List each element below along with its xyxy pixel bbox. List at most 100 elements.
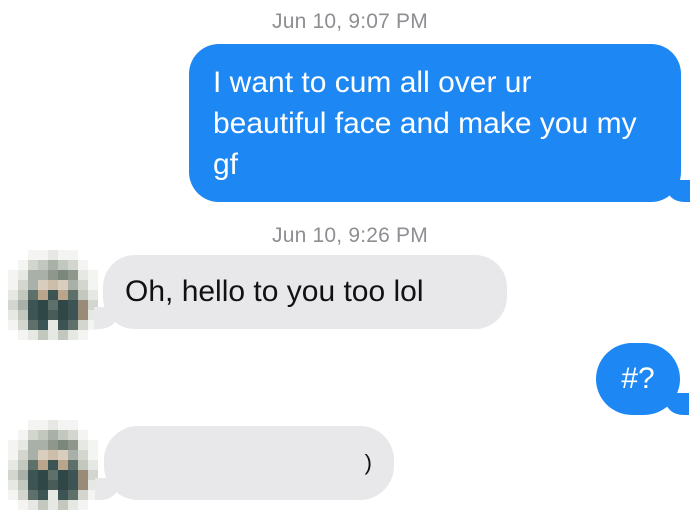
avatar-pixel xyxy=(8,430,18,440)
avatar-pixel xyxy=(88,450,98,460)
avatar-pixel xyxy=(78,250,88,260)
avatar-pixel xyxy=(18,450,28,460)
avatar-pixel xyxy=(38,480,48,490)
avatar-pixel xyxy=(68,290,78,300)
avatar-pixel xyxy=(48,250,58,260)
avatar-pixel xyxy=(18,300,28,310)
avatar-pixel xyxy=(48,430,58,440)
avatar-pixel xyxy=(8,310,18,320)
avatar-pixel xyxy=(38,460,48,470)
avatar-pixel xyxy=(48,500,58,510)
avatar-pixel xyxy=(68,450,78,460)
avatar-pixel xyxy=(68,310,78,320)
contact-avatar-icon[interactable] xyxy=(8,250,98,340)
avatar-pixel xyxy=(78,270,88,280)
avatar-pixel xyxy=(78,470,88,480)
avatar-pixel xyxy=(58,490,68,500)
avatar-pixel xyxy=(78,430,88,440)
avatar-pixel xyxy=(28,250,38,260)
avatar-pixel xyxy=(8,470,18,480)
avatar-pixel xyxy=(68,270,78,280)
message-text: I want to cum all over ur beautiful face… xyxy=(213,66,637,181)
avatar-pixel xyxy=(78,440,88,450)
avatar-pixel xyxy=(78,260,88,270)
received-message-bubble[interactable]: ) xyxy=(95,426,394,500)
avatar-pixel xyxy=(58,270,68,280)
avatar-pixel xyxy=(18,320,28,330)
avatar-pixel xyxy=(78,490,88,500)
avatar-pixel xyxy=(8,320,18,330)
avatar-pixel xyxy=(68,250,78,260)
avatar-pixel xyxy=(88,430,98,440)
avatar-pixel xyxy=(18,470,28,480)
avatar-pixel xyxy=(68,460,78,470)
avatar-pixel xyxy=(38,310,48,320)
avatar-pixel xyxy=(28,420,38,430)
avatar-pixel xyxy=(88,250,98,260)
avatar-pixel xyxy=(58,440,68,450)
avatar-pixel xyxy=(28,290,38,300)
avatar-pixel xyxy=(28,280,38,290)
avatar-pixel xyxy=(48,300,58,310)
avatar-pixel xyxy=(18,500,28,510)
redacted-text-remnant: ) xyxy=(364,450,372,475)
avatar-pixel xyxy=(48,470,58,480)
avatar-pixel xyxy=(48,320,58,330)
avatar-pixel xyxy=(78,310,88,320)
avatar-pixel xyxy=(48,480,58,490)
avatar-pixel xyxy=(48,440,58,450)
avatar-pixel xyxy=(8,460,18,470)
avatar-pixel xyxy=(38,420,48,430)
message-text: #? xyxy=(621,362,655,395)
avatar-pixel xyxy=(68,260,78,270)
avatar-pixel xyxy=(78,290,88,300)
avatar-pixel xyxy=(28,440,38,450)
avatar-pixel xyxy=(38,270,48,280)
avatar-pixel xyxy=(58,250,68,260)
avatar-pixel xyxy=(38,280,48,290)
avatar-pixel xyxy=(18,280,28,290)
avatar-pixel xyxy=(18,430,28,440)
avatar-pixel xyxy=(48,460,58,470)
avatar-pixel xyxy=(58,430,68,440)
avatar-pixel xyxy=(38,450,48,460)
avatar-pixel xyxy=(88,290,98,300)
avatar-pixel xyxy=(78,320,88,330)
avatar-pixel xyxy=(78,480,88,490)
avatar-pixel xyxy=(58,470,68,480)
contact-avatar-icon[interactable] xyxy=(8,420,98,510)
timestamp: Jun 10, 9:26 PM xyxy=(272,224,428,247)
avatar-pixel xyxy=(68,480,78,490)
avatar-pixel xyxy=(88,500,98,510)
avatar-pixel xyxy=(8,250,18,260)
avatar-pixel xyxy=(58,330,68,340)
avatar-pixel xyxy=(8,300,18,310)
avatar-pixel xyxy=(28,450,38,460)
avatar-pixel xyxy=(8,490,18,500)
avatar-pixel xyxy=(48,280,58,290)
avatar-pixel xyxy=(28,430,38,440)
avatar-pixel xyxy=(48,290,58,300)
avatar-pixel xyxy=(18,310,28,320)
received-message-bubble[interactable]: Oh, hello to you too lol xyxy=(94,255,507,329)
avatar-pixel xyxy=(28,470,38,480)
sent-message-bubble[interactable]: #? xyxy=(596,343,689,415)
avatar-pixel xyxy=(68,430,78,440)
message-thread: Jun 10, 9:07 PM I want to cum all over u… xyxy=(0,0,700,518)
avatar-pixel xyxy=(28,310,38,320)
avatar-pixel xyxy=(8,500,18,510)
avatar-pixel xyxy=(28,300,38,310)
avatar-pixel xyxy=(48,420,58,430)
avatar-pixel xyxy=(38,260,48,270)
avatar-pixel xyxy=(78,330,88,340)
avatar-pixel xyxy=(58,280,68,290)
avatar-pixel xyxy=(8,450,18,460)
avatar-pixel xyxy=(8,440,18,450)
avatar-pixel xyxy=(18,460,28,470)
avatar-pixel xyxy=(38,430,48,440)
avatar-pixel xyxy=(8,290,18,300)
avatar-pixel xyxy=(78,450,88,460)
avatar-pixel xyxy=(58,480,68,490)
avatar-pixel xyxy=(38,500,48,510)
sent-message-bubble[interactable]: I want to cum all over ur beautiful face… xyxy=(189,44,690,202)
